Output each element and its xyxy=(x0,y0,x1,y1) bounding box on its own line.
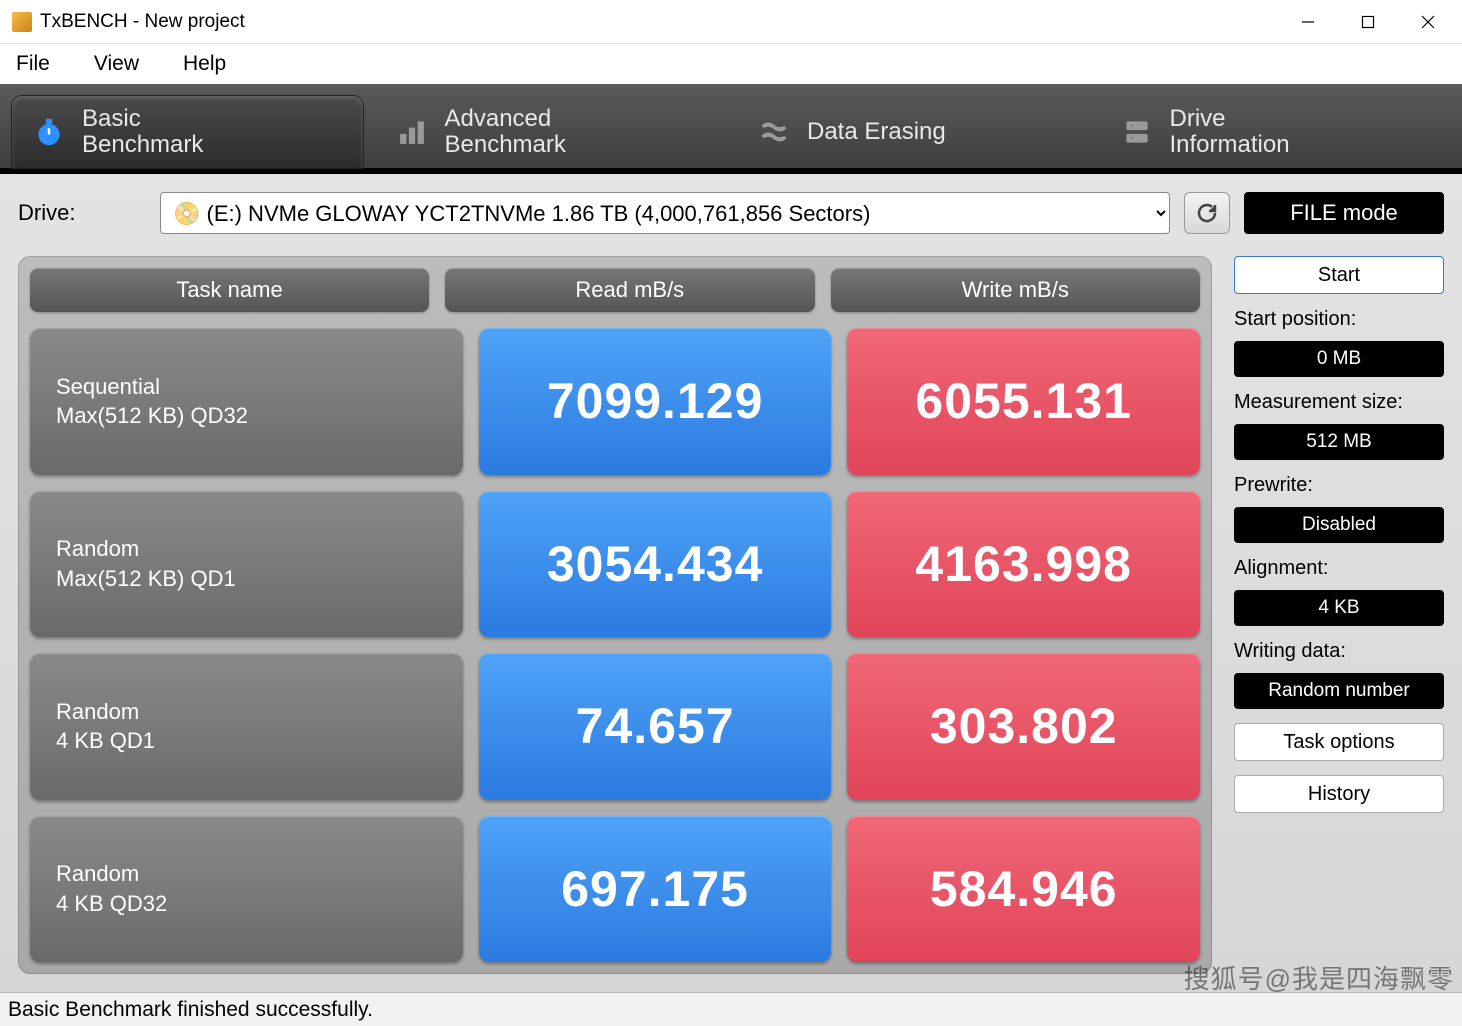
drive-label: Drive: xyxy=(18,200,146,226)
titlebar: TxBENCH - New project xyxy=(0,0,1462,44)
read-value: 7099.129 xyxy=(479,328,832,475)
align-label: Alignment: xyxy=(1234,557,1444,580)
tab-label: Data Erasing xyxy=(807,119,946,145)
prewrite-label: Prewrite: xyxy=(1234,474,1444,497)
start-button[interactable]: Start xyxy=(1234,256,1444,294)
task-cell[interactable]: Random4 KB QD32 xyxy=(30,816,463,963)
read-value: 697.175 xyxy=(479,816,832,963)
tab-label: Benchmark xyxy=(82,132,203,158)
tab-label: Drive xyxy=(1170,106,1290,132)
tab-label: Benchmark xyxy=(445,132,566,158)
status-text: Basic Benchmark finished successfully. xyxy=(8,998,373,1022)
wdata-label: Writing data: xyxy=(1234,640,1444,663)
result-row: Random4 KB QD32 697.175 584.946 xyxy=(30,816,1200,963)
menubar: File View Help xyxy=(0,44,1462,84)
reload-button[interactable] xyxy=(1184,192,1230,234)
prewrite-value[interactable]: Disabled xyxy=(1234,507,1444,543)
msize-value[interactable]: 512 MB xyxy=(1234,424,1444,460)
drive-select[interactable]: 📀 (E:) NVMe GLOWAY YCT2TNVMe 1.86 TB (4,… xyxy=(160,192,1170,234)
results-grid: Task name Read mB/s Write mB/s Sequentia… xyxy=(18,256,1212,974)
bars-icon xyxy=(395,115,429,149)
content: Drive: 📀 (E:) NVMe GLOWAY YCT2TNVMe 1.86… xyxy=(0,174,1462,992)
task-cell[interactable]: SequentialMax(512 KB) QD32 xyxy=(30,328,463,475)
task-options-button[interactable]: Task options xyxy=(1234,723,1444,761)
menu-view[interactable]: View xyxy=(86,48,147,80)
app-icon xyxy=(12,12,32,32)
result-row: SequentialMax(512 KB) QD32 7099.129 6055… xyxy=(30,328,1200,475)
result-row: Random4 KB QD1 74.657 303.802 xyxy=(30,653,1200,800)
tab-data-erasing[interactable]: Data Erasing xyxy=(737,96,1088,168)
window-title: TxBENCH - New project xyxy=(40,11,245,33)
read-value: 3054.434 xyxy=(479,491,832,638)
task-cell[interactable]: Random4 KB QD1 xyxy=(30,653,463,800)
file-mode-button[interactable]: FILE mode xyxy=(1244,192,1444,234)
startpos-label: Start position: xyxy=(1234,308,1444,331)
side-panel: Start Start position: 0 MB Measurement s… xyxy=(1234,256,1444,974)
task-cell[interactable]: RandomMax(512 KB) QD1 xyxy=(30,491,463,638)
wdata-value[interactable]: Random number xyxy=(1234,673,1444,709)
header-read: Read mB/s xyxy=(445,268,814,312)
write-value: 584.946 xyxy=(847,816,1200,963)
history-button[interactable]: History xyxy=(1234,775,1444,813)
result-row: RandomMax(512 KB) QD1 3054.434 4163.998 xyxy=(30,491,1200,638)
msize-label: Measurement size: xyxy=(1234,391,1444,414)
tab-basic-benchmark[interactable]: BasicBenchmark xyxy=(12,96,363,168)
menu-file[interactable]: File xyxy=(8,48,58,80)
stopwatch-icon xyxy=(32,115,66,149)
statusbar: Basic Benchmark finished successfully. xyxy=(0,992,1462,1026)
header-task: Task name xyxy=(30,268,429,312)
write-value: 303.802 xyxy=(847,653,1200,800)
drive-row: Drive: 📀 (E:) NVMe GLOWAY YCT2TNVMe 1.86… xyxy=(0,174,1462,256)
read-value: 74.657 xyxy=(479,653,832,800)
minimize-button[interactable] xyxy=(1278,0,1338,44)
menu-help[interactable]: Help xyxy=(175,48,234,80)
align-value[interactable]: 4 KB xyxy=(1234,590,1444,626)
tab-label: Basic xyxy=(82,106,203,132)
write-value: 6055.131 xyxy=(847,328,1200,475)
close-button[interactable] xyxy=(1398,0,1458,44)
tabbar: BasicBenchmark AdvancedBenchmark Data Er… xyxy=(0,84,1462,174)
header-write: Write mB/s xyxy=(831,268,1200,312)
write-value: 4163.998 xyxy=(847,491,1200,638)
tab-label: Advanced xyxy=(445,106,566,132)
drive-icon xyxy=(1120,115,1154,149)
maximize-button[interactable] xyxy=(1338,0,1398,44)
tab-drive-information[interactable]: DriveInformation xyxy=(1100,96,1451,168)
startpos-value[interactable]: 0 MB xyxy=(1234,341,1444,377)
wave-icon xyxy=(757,115,791,149)
tab-label: Information xyxy=(1170,132,1290,158)
tab-advanced-benchmark[interactable]: AdvancedBenchmark xyxy=(375,96,726,168)
